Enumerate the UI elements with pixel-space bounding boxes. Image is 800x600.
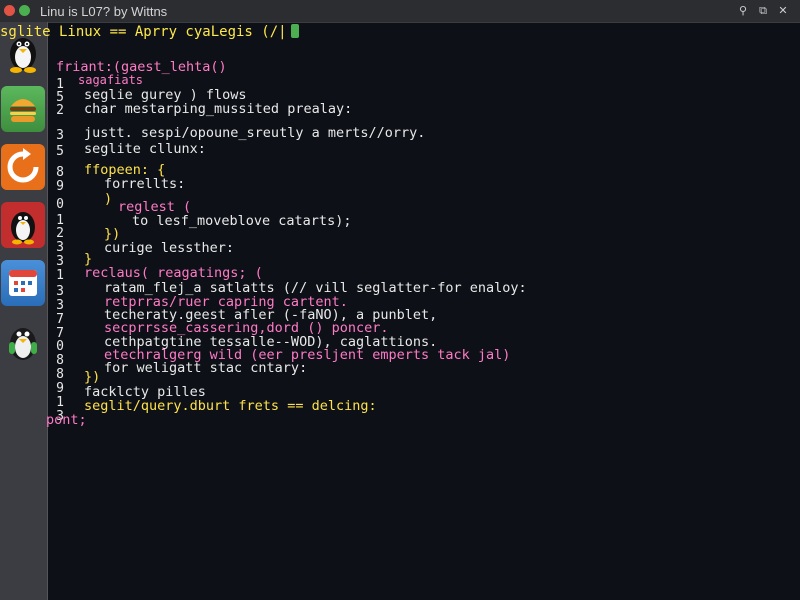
line-number: 1 [56,268,64,283]
code-line: justt. sespi/opoune_sreutly a merts//orr… [84,125,426,141]
line-number: 9 [56,179,64,194]
line-number: 2 [56,226,64,241]
code-line: for weligatt stac cntary: [104,360,308,376]
dock-app-burger[interactable] [1,86,45,132]
line-number: 3 [56,254,64,269]
dock-app-penguin-green[interactable] [1,318,45,364]
penguin-red-icon [11,212,35,245]
code-line: char mestarping_mussited prealay: [84,101,353,117]
close-dot-icon[interactable] [4,5,15,16]
dock-app-penguin-red[interactable] [1,202,45,248]
close-icon[interactable]: ✕ [776,4,790,18]
line-number: 8 [56,367,64,382]
penguin-green-icon [9,328,37,360]
refresh-icon [7,148,39,183]
maximize-dot-icon[interactable] [19,5,30,16]
code-line: curige lessther: [104,240,235,256]
dock-app-refresh[interactable] [1,144,45,190]
line-number: 0 [56,339,64,354]
calendar-icon [9,270,37,296]
line-number: 3 [56,240,64,255]
application-dock [0,22,48,600]
code-line: to lesf_moveblove catarts); [132,213,352,229]
line-number: 1 [56,395,64,410]
line-number: 0 [56,197,64,212]
line-number: 8 [56,353,64,368]
restore-icon[interactable]: ⧉ [756,4,770,18]
line-number: 2 [56,103,64,118]
code-line: pont; [46,412,87,428]
code-line: seglite cllunx: [84,141,206,157]
dock-app-calendar[interactable] [1,260,45,306]
code-line: forrellts: [104,176,186,192]
code-line: }) [84,369,101,385]
line-number: 9 [56,381,64,396]
code-line: ) [104,191,113,207]
prompt-text: sglite Linux == Aprry cyaLegis (/| [0,24,287,40]
line-number: 8 [56,165,64,180]
line-number: 7 [56,312,64,327]
code-line: reclaus( reagatings; ( [84,265,263,281]
text-cursor [290,24,299,38]
line-number: 3 [56,298,64,313]
window-title: Linu is L07? by Wittns [40,4,168,19]
code-line: sagafiats [78,73,144,87]
line-number: 3 [56,284,64,299]
line-number: 3 [56,128,64,143]
search-icon[interactable]: ⚲ [736,4,750,18]
terminal-prompt[interactable]: sglite Linux == Aprry cyaLegis (/| [0,24,299,40]
line-number: 5 [56,144,64,159]
code-line: seglit/query.dburt frets == delcing: [84,398,377,414]
title-bar: Linu is L07? by Wittns ⚲ ⧉ ✕ [0,0,800,23]
burger-icon [10,99,36,122]
